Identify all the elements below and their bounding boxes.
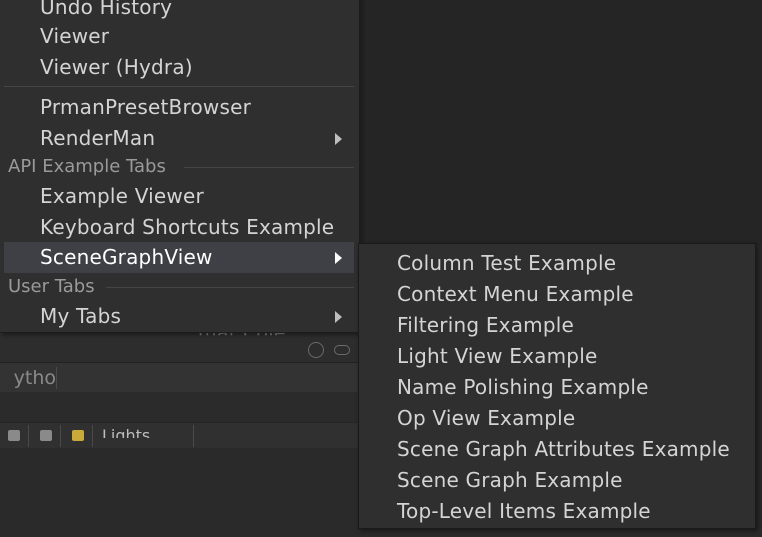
panel-empty-strip — [0, 392, 358, 422]
submenu-item-scene-graph-example[interactable]: Scene Graph Example — [359, 465, 755, 496]
toolbar-divider — [60, 425, 61, 447]
submenu-item-column-test-example[interactable]: Column Test Example — [359, 248, 755, 279]
submenu-item-op-view-example[interactable]: Op View Example — [359, 403, 755, 434]
menu-item-viewer[interactable]: Viewer — [4, 21, 354, 52]
menu-separator — [4, 86, 354, 87]
menu-item-scenegraphview[interactable]: SceneGraphView — [4, 242, 354, 273]
submenu-item-label: Top-Level Items Example — [397, 499, 651, 523]
tab-python[interactable]: ytho — [0, 367, 56, 389]
tabs-menu: Undo History Viewer Viewer (Hydra) Prman… — [0, 0, 360, 333]
menu-item-label: SceneGraphView — [40, 245, 213, 269]
light-icon[interactable] — [72, 430, 84, 441]
submenu-item-name-polishing-example[interactable]: Name Polishing Example — [359, 372, 755, 403]
menu-item-label: Viewer (Hydra) — [40, 55, 193, 79]
submenu-item-scene-graph-attributes-example[interactable]: Scene Graph Attributes Example — [359, 434, 755, 465]
section-header-api-example-tabs: API Example Tabs — [8, 156, 354, 178]
toolbar-divider — [193, 425, 194, 447]
viewer-panel-background — [362, 0, 762, 245]
section-header-label: User Tabs — [8, 276, 95, 297]
menu-item-viewer-hydra[interactable]: Viewer (Hydra) — [4, 52, 354, 83]
toolbar-divider — [92, 425, 93, 447]
submenu-item-label: Light View Example — [397, 344, 598, 368]
menu-item-renderman[interactable]: RenderMan — [4, 123, 354, 154]
tab-divider — [56, 367, 57, 389]
menu-item-keyboard-shortcuts-example[interactable]: Keyboard Shortcuts Example — [4, 212, 354, 243]
toolbar-lights-label: Lights — [102, 426, 151, 438]
submenu-item-label: Filtering Example — [397, 313, 574, 337]
scenegraphview-submenu: Column Test Example Context Menu Example… — [358, 243, 756, 529]
menu-item-label: Undo History — [40, 0, 173, 19]
submenu-item-label: Scene Graph Attributes Example — [397, 437, 730, 461]
toolbar — [0, 422, 358, 449]
clapper-icon[interactable] — [40, 430, 52, 441]
menu-item-undo-history[interactable]: Undo History — [4, 0, 354, 23]
menu-item-my-tabs[interactable]: My Tabs — [4, 301, 354, 332]
submenu-item-label: Op View Example — [397, 406, 576, 430]
link-icon[interactable] — [334, 345, 350, 355]
refresh-icon[interactable] — [308, 342, 324, 358]
submenu-item-label: Column Test Example — [397, 251, 617, 275]
section-divider — [106, 287, 354, 288]
menu-item-label: PrmanPresetBrowser — [40, 95, 252, 119]
submenu-item-label: Scene Graph Example — [397, 468, 623, 492]
menu-item-label: Example Viewer — [40, 184, 204, 208]
menu-item-prman-preset-browser[interactable]: PrmanPresetBrowser — [4, 92, 354, 123]
submenu-item-light-view-example[interactable]: Light View Example — [359, 341, 755, 372]
section-header-label: API Example Tabs — [8, 156, 166, 177]
section-header-user-tabs: User Tabs — [8, 276, 354, 298]
submenu-item-top-level-items-example[interactable]: Top-Level Items Example — [359, 496, 755, 527]
menu-item-label: Viewer — [40, 24, 110, 48]
menu-item-label: RenderMan — [40, 126, 156, 150]
menu-item-label: Keyboard Shortcuts Example — [40, 215, 335, 239]
eye-icon[interactable] — [8, 430, 20, 441]
menu-item-example-viewer[interactable]: Example Viewer — [4, 181, 354, 212]
menu-item-label: My Tabs — [40, 304, 122, 328]
submenu-item-label: Name Polishing Example — [397, 375, 649, 399]
submenu-arrow-icon — [335, 252, 342, 264]
submenu-arrow-icon — [335, 311, 342, 323]
section-divider — [184, 167, 354, 168]
toolbar-divider — [28, 425, 29, 447]
submenu-item-context-menu-example[interactable]: Context Menu Example — [359, 279, 755, 310]
submenu-item-label: Context Menu Example — [397, 282, 634, 306]
submenu-arrow-icon — [335, 133, 342, 145]
submenu-item-filtering-example[interactable]: Filtering Example — [359, 310, 755, 341]
